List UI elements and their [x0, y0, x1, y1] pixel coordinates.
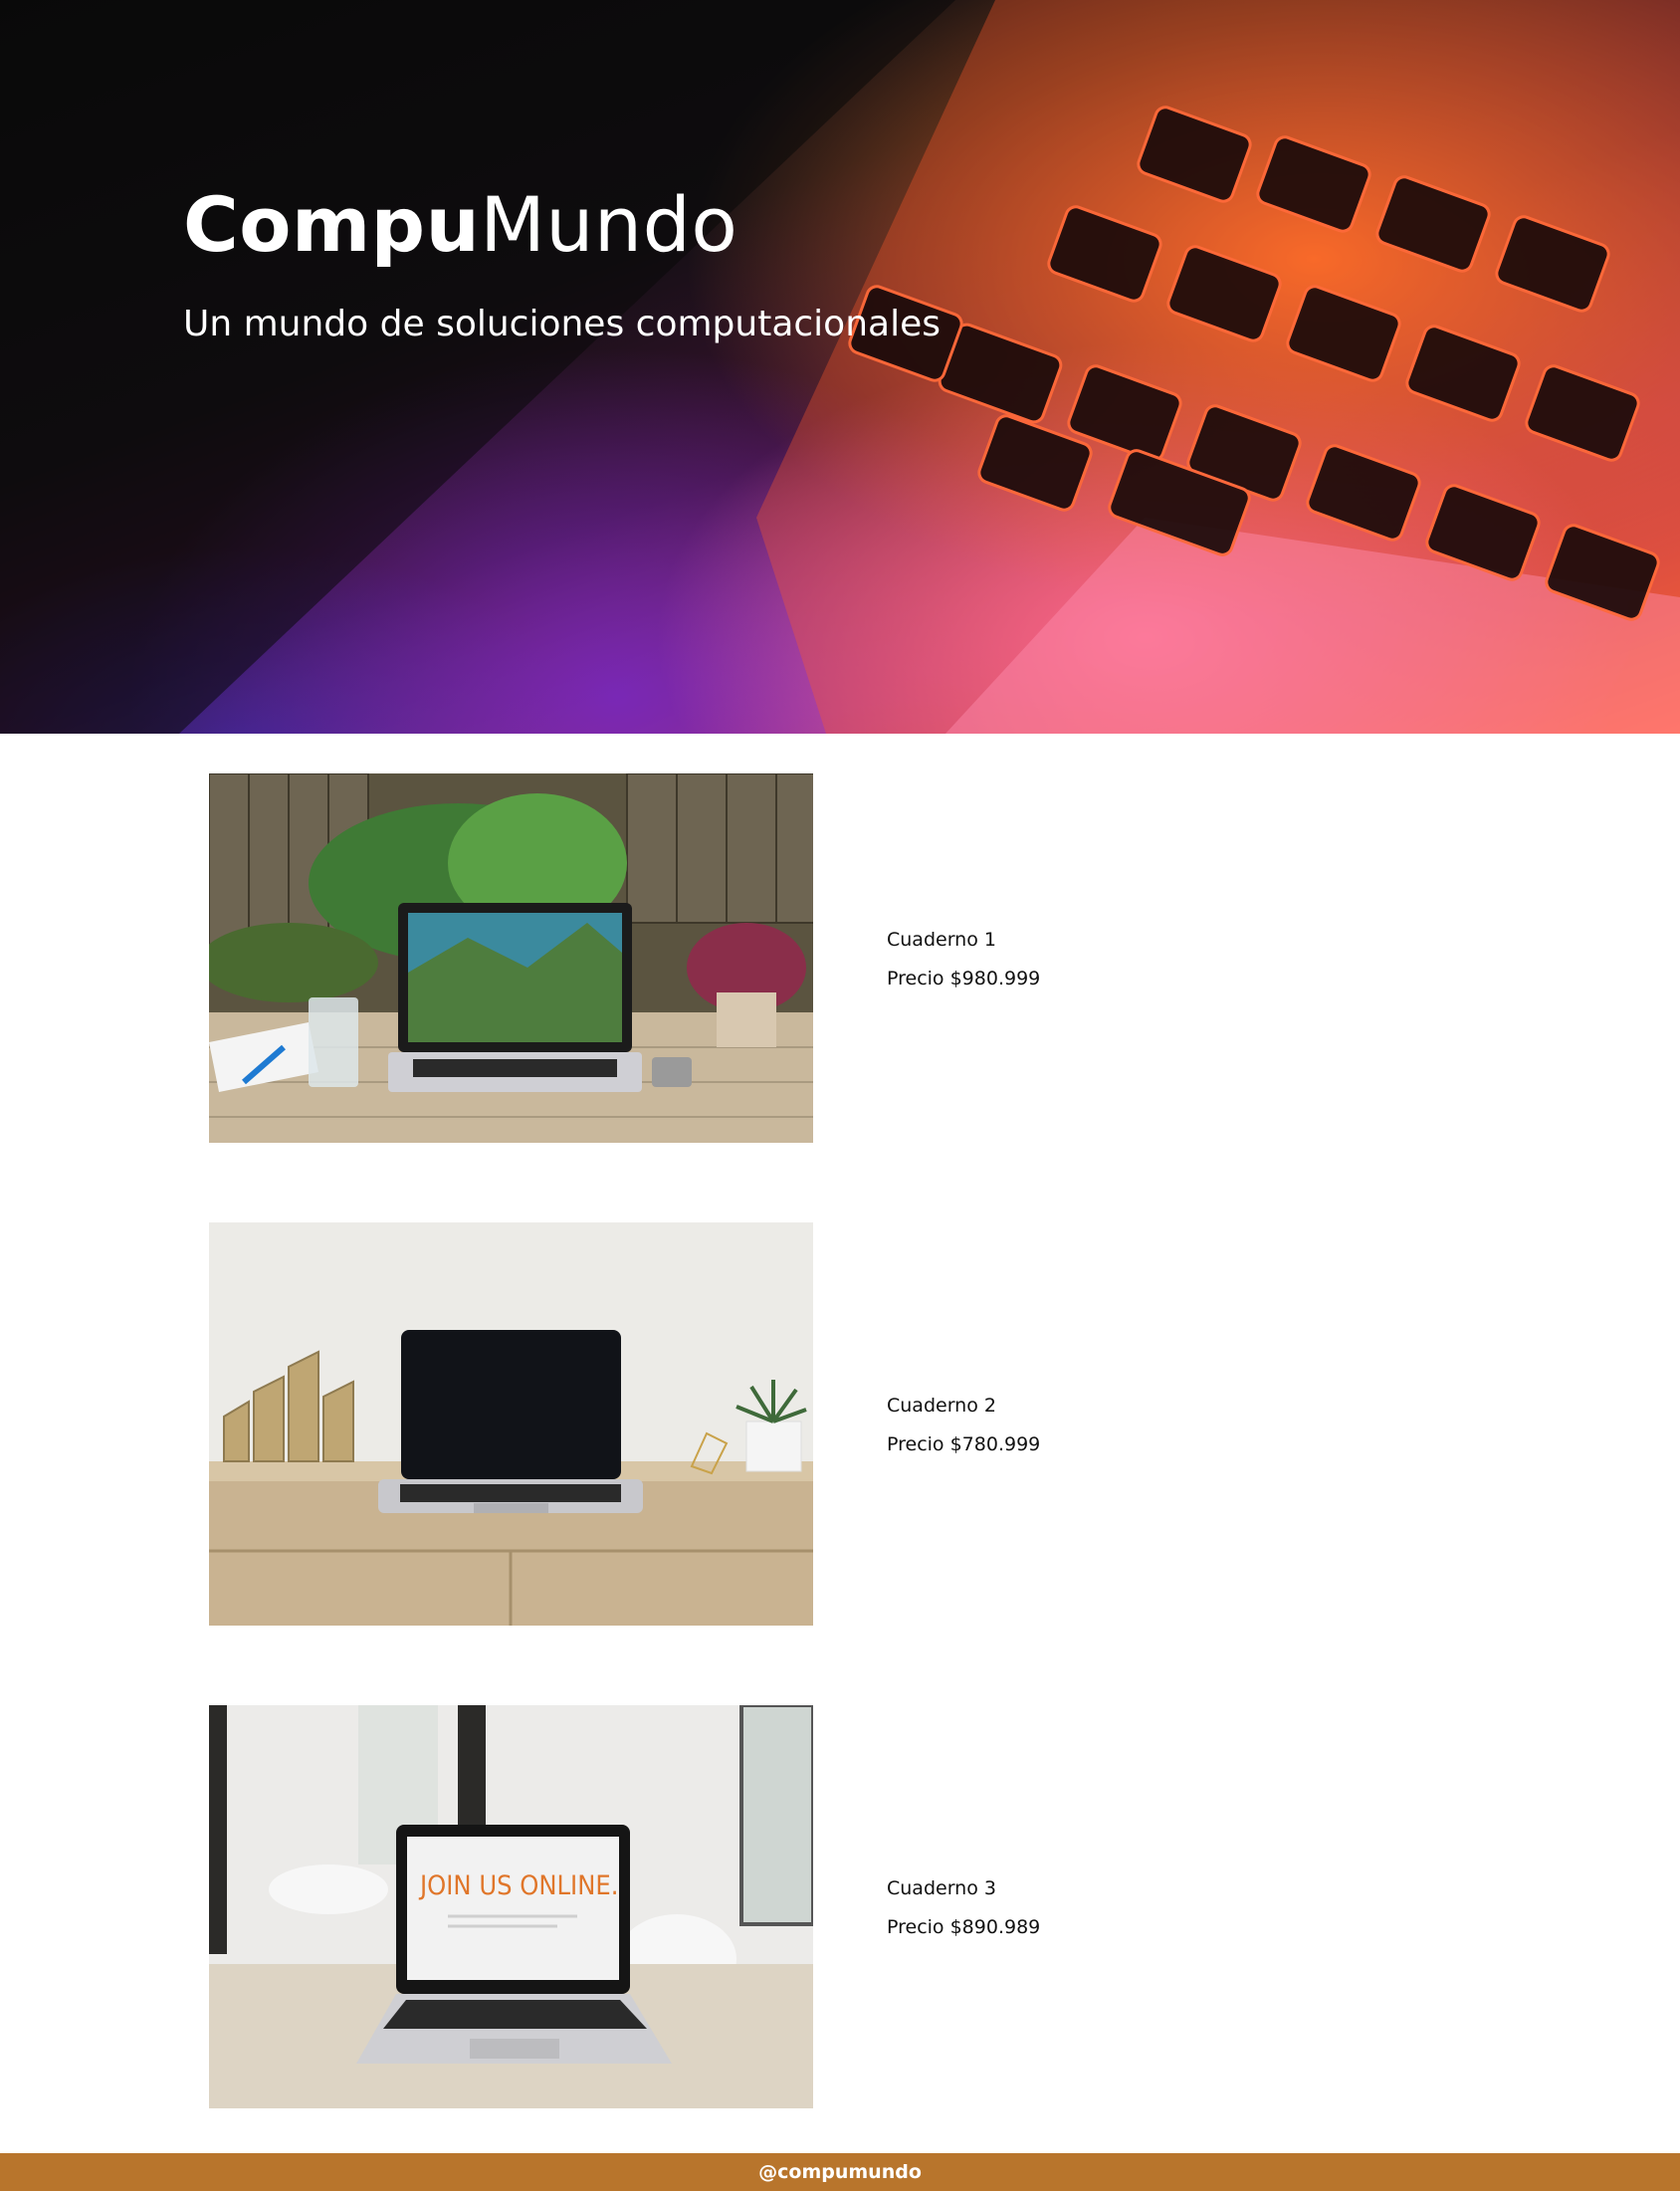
- product-1-price: Precio $980.999: [887, 968, 1041, 989]
- product-3-name: Cuaderno 3: [887, 1877, 996, 1899]
- footer-handle: @compumundo: [758, 2161, 922, 2183]
- screen-join-text: JOIN US ONLINE.: [418, 1870, 618, 1901]
- product-1-info: Cuaderno 1 Precio $980.999: [887, 921, 1040, 998]
- product-3-info: Cuaderno 3 Precio $890.989: [887, 1869, 1040, 1947]
- laptop-keyboard-illustration: [0, 0, 1680, 734]
- site-title-rest: Mundo: [480, 180, 738, 269]
- product-2-info: Cuaderno 2 Precio $780.999: [887, 1387, 1040, 1464]
- site-title-bold: Compu: [183, 180, 481, 269]
- site-subtitle: Un mundo de soluciones computacionales: [183, 304, 941, 344]
- footer: @compumundo: [0, 2153, 1680, 2191]
- hero-banner: CompuMundo Un mundo de soluciones comput…: [0, 0, 1680, 734]
- product-2-name: Cuaderno 2: [887, 1395, 996, 1417]
- product-3-image: JOIN US ONLINE.: [209, 1705, 813, 2108]
- product-3-price: Precio $890.989: [887, 1916, 1041, 1938]
- product-1-name: Cuaderno 1: [887, 929, 996, 951]
- product-2-image: [209, 1222, 813, 1626]
- product-2-price: Precio $780.999: [887, 1433, 1041, 1455]
- product-1-image: [209, 773, 813, 1143]
- site-title: CompuMundo: [183, 179, 737, 271]
